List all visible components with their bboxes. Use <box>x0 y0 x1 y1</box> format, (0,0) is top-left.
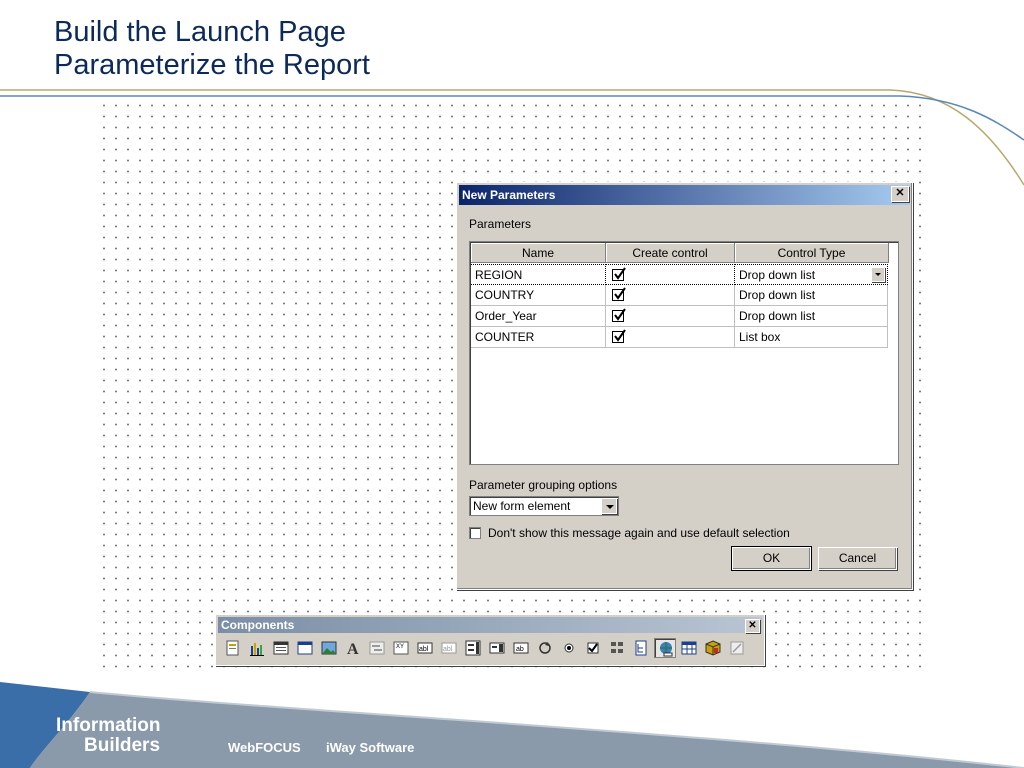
dialog-title: New Parameters <box>462 188 556 202</box>
image-icon[interactable] <box>318 638 340 658</box>
components-icon-row: A XY abl abl ab <box>222 638 750 660</box>
control-type-cell[interactable]: List box <box>735 327 888 348</box>
checkmark-icon <box>614 329 626 342</box>
grouping-options-label: Parameter grouping options <box>469 478 618 492</box>
slide-title: Build the Launch Page Parameterize the R… <box>54 16 370 82</box>
dropdown-arrow-icon[interactable] <box>871 267 885 282</box>
table-icon[interactable] <box>678 638 700 658</box>
cancel-button[interactable]: Cancel <box>818 547 897 570</box>
components-toolbar: Components ✕ A XY abl abl ab <box>215 614 765 666</box>
globe-link-icon[interactable] <box>654 638 676 658</box>
table-row[interactable]: Order_Year Drop down list <box>471 306 888 327</box>
control-type-cell[interactable]: Drop down list <box>735 285 888 306</box>
create-control-checkbox[interactable] <box>612 287 626 301</box>
tree-icon[interactable] <box>606 638 628 658</box>
listbox-icon[interactable] <box>462 638 484 658</box>
brand-webfocus: WebFOCUS <box>228 740 301 755</box>
svg-text:abl: abl <box>443 646 453 653</box>
create-control-checkbox[interactable] <box>612 329 626 343</box>
svg-text:XY: XY <box>396 644 404 650</box>
logo-line1: Information <box>56 715 161 736</box>
create-control-cell <box>606 264 735 285</box>
checkmark-icon <box>614 308 626 321</box>
svg-text:ab: ab <box>516 646 524 653</box>
text-icon[interactable]: A <box>342 638 364 658</box>
create-control-cell <box>606 306 735 327</box>
close-icon[interactable]: ✕ <box>891 186 909 202</box>
checkmark-icon <box>614 287 626 300</box>
dont-show-label[interactable]: Don't show this message again and use de… <box>488 525 790 541</box>
report-icon[interactable] <box>270 638 292 658</box>
dialog-titlebar[interactable]: New Parameters <box>459 185 910 205</box>
edit-icon[interactable]: ab <box>510 638 532 658</box>
hyperlink-tree-icon[interactable] <box>630 638 652 658</box>
column-header-control-type[interactable]: Control Type <box>735 243 889 263</box>
ok-button[interactable]: OK <box>731 546 812 571</box>
logo-line2: Builders <box>84 735 161 756</box>
control-type-value: Drop down list <box>739 268 816 282</box>
line-icon[interactable] <box>726 638 748 658</box>
table-row[interactable]: COUNTRY Drop down list <box>471 285 888 306</box>
components-titlebar[interactable]: Components <box>218 617 762 633</box>
parameters-label: Parameters <box>469 217 532 231</box>
table-header: Name Create control Control Type <box>471 243 889 263</box>
param-name[interactable]: COUNTER <box>471 327 606 348</box>
param-name[interactable]: REGION <box>471 264 606 285</box>
xy-icon[interactable]: XY <box>390 638 412 658</box>
parameters-table: Name Create control Control Type REGION … <box>469 241 899 465</box>
chevron-down-icon[interactable] <box>601 498 617 514</box>
cube-icon[interactable] <box>702 638 724 658</box>
chart-icon[interactable] <box>246 638 268 658</box>
create-control-cell <box>606 285 735 306</box>
textbox-icon[interactable]: abl <box>414 638 436 658</box>
table-row[interactable]: COUNTER List box <box>471 327 888 348</box>
slide-title-line1: Build the Launch Page <box>54 16 346 48</box>
grouping-options-value: New form element <box>473 499 571 513</box>
frame-icon[interactable] <box>294 638 316 658</box>
table-row[interactable]: REGION Drop down list <box>471 264 888 285</box>
param-name[interactable]: Order_Year <box>471 306 606 327</box>
slide-title-line2: Parameterize the Report <box>54 49 370 81</box>
radio-icon[interactable] <box>558 638 580 658</box>
components-title: Components <box>221 618 295 632</box>
brand-iway: iWay Software <box>326 740 415 755</box>
checkmark-icon <box>614 267 626 280</box>
grouping-options-select[interactable]: New form element <box>469 496 619 516</box>
html-page-icon[interactable] <box>222 638 244 658</box>
textarea-icon[interactable]: abl <box>438 638 460 658</box>
gantt-icon[interactable] <box>366 638 388 658</box>
svg-text:A: A <box>347 641 359 656</box>
param-name[interactable]: COUNTRY <box>471 285 606 306</box>
svg-text:abl: abl <box>419 646 429 653</box>
information-builders-logo: Information Builders <box>56 716 161 756</box>
dropdown-icon[interactable] <box>486 638 508 658</box>
create-control-cell <box>606 327 735 348</box>
create-control-checkbox[interactable] <box>612 308 626 322</box>
reset-icon[interactable] <box>534 638 556 658</box>
column-header-create-control[interactable]: Create control <box>606 243 735 263</box>
control-type-cell[interactable]: Drop down list <box>735 264 888 285</box>
new-parameters-dialog: New Parameters ✕ Parameters Name Create … <box>456 182 913 590</box>
create-control-checkbox[interactable] <box>612 267 626 281</box>
column-header-name[interactable]: Name <box>471 243 606 263</box>
components-close-icon[interactable]: ✕ <box>745 619 760 633</box>
table-body: REGION Drop down list COUNTRY Drop down … <box>471 264 888 348</box>
checkbox-icon[interactable] <box>582 638 604 658</box>
dont-show-checkbox[interactable] <box>469 527 481 539</box>
control-type-cell[interactable]: Drop down list <box>735 306 888 327</box>
